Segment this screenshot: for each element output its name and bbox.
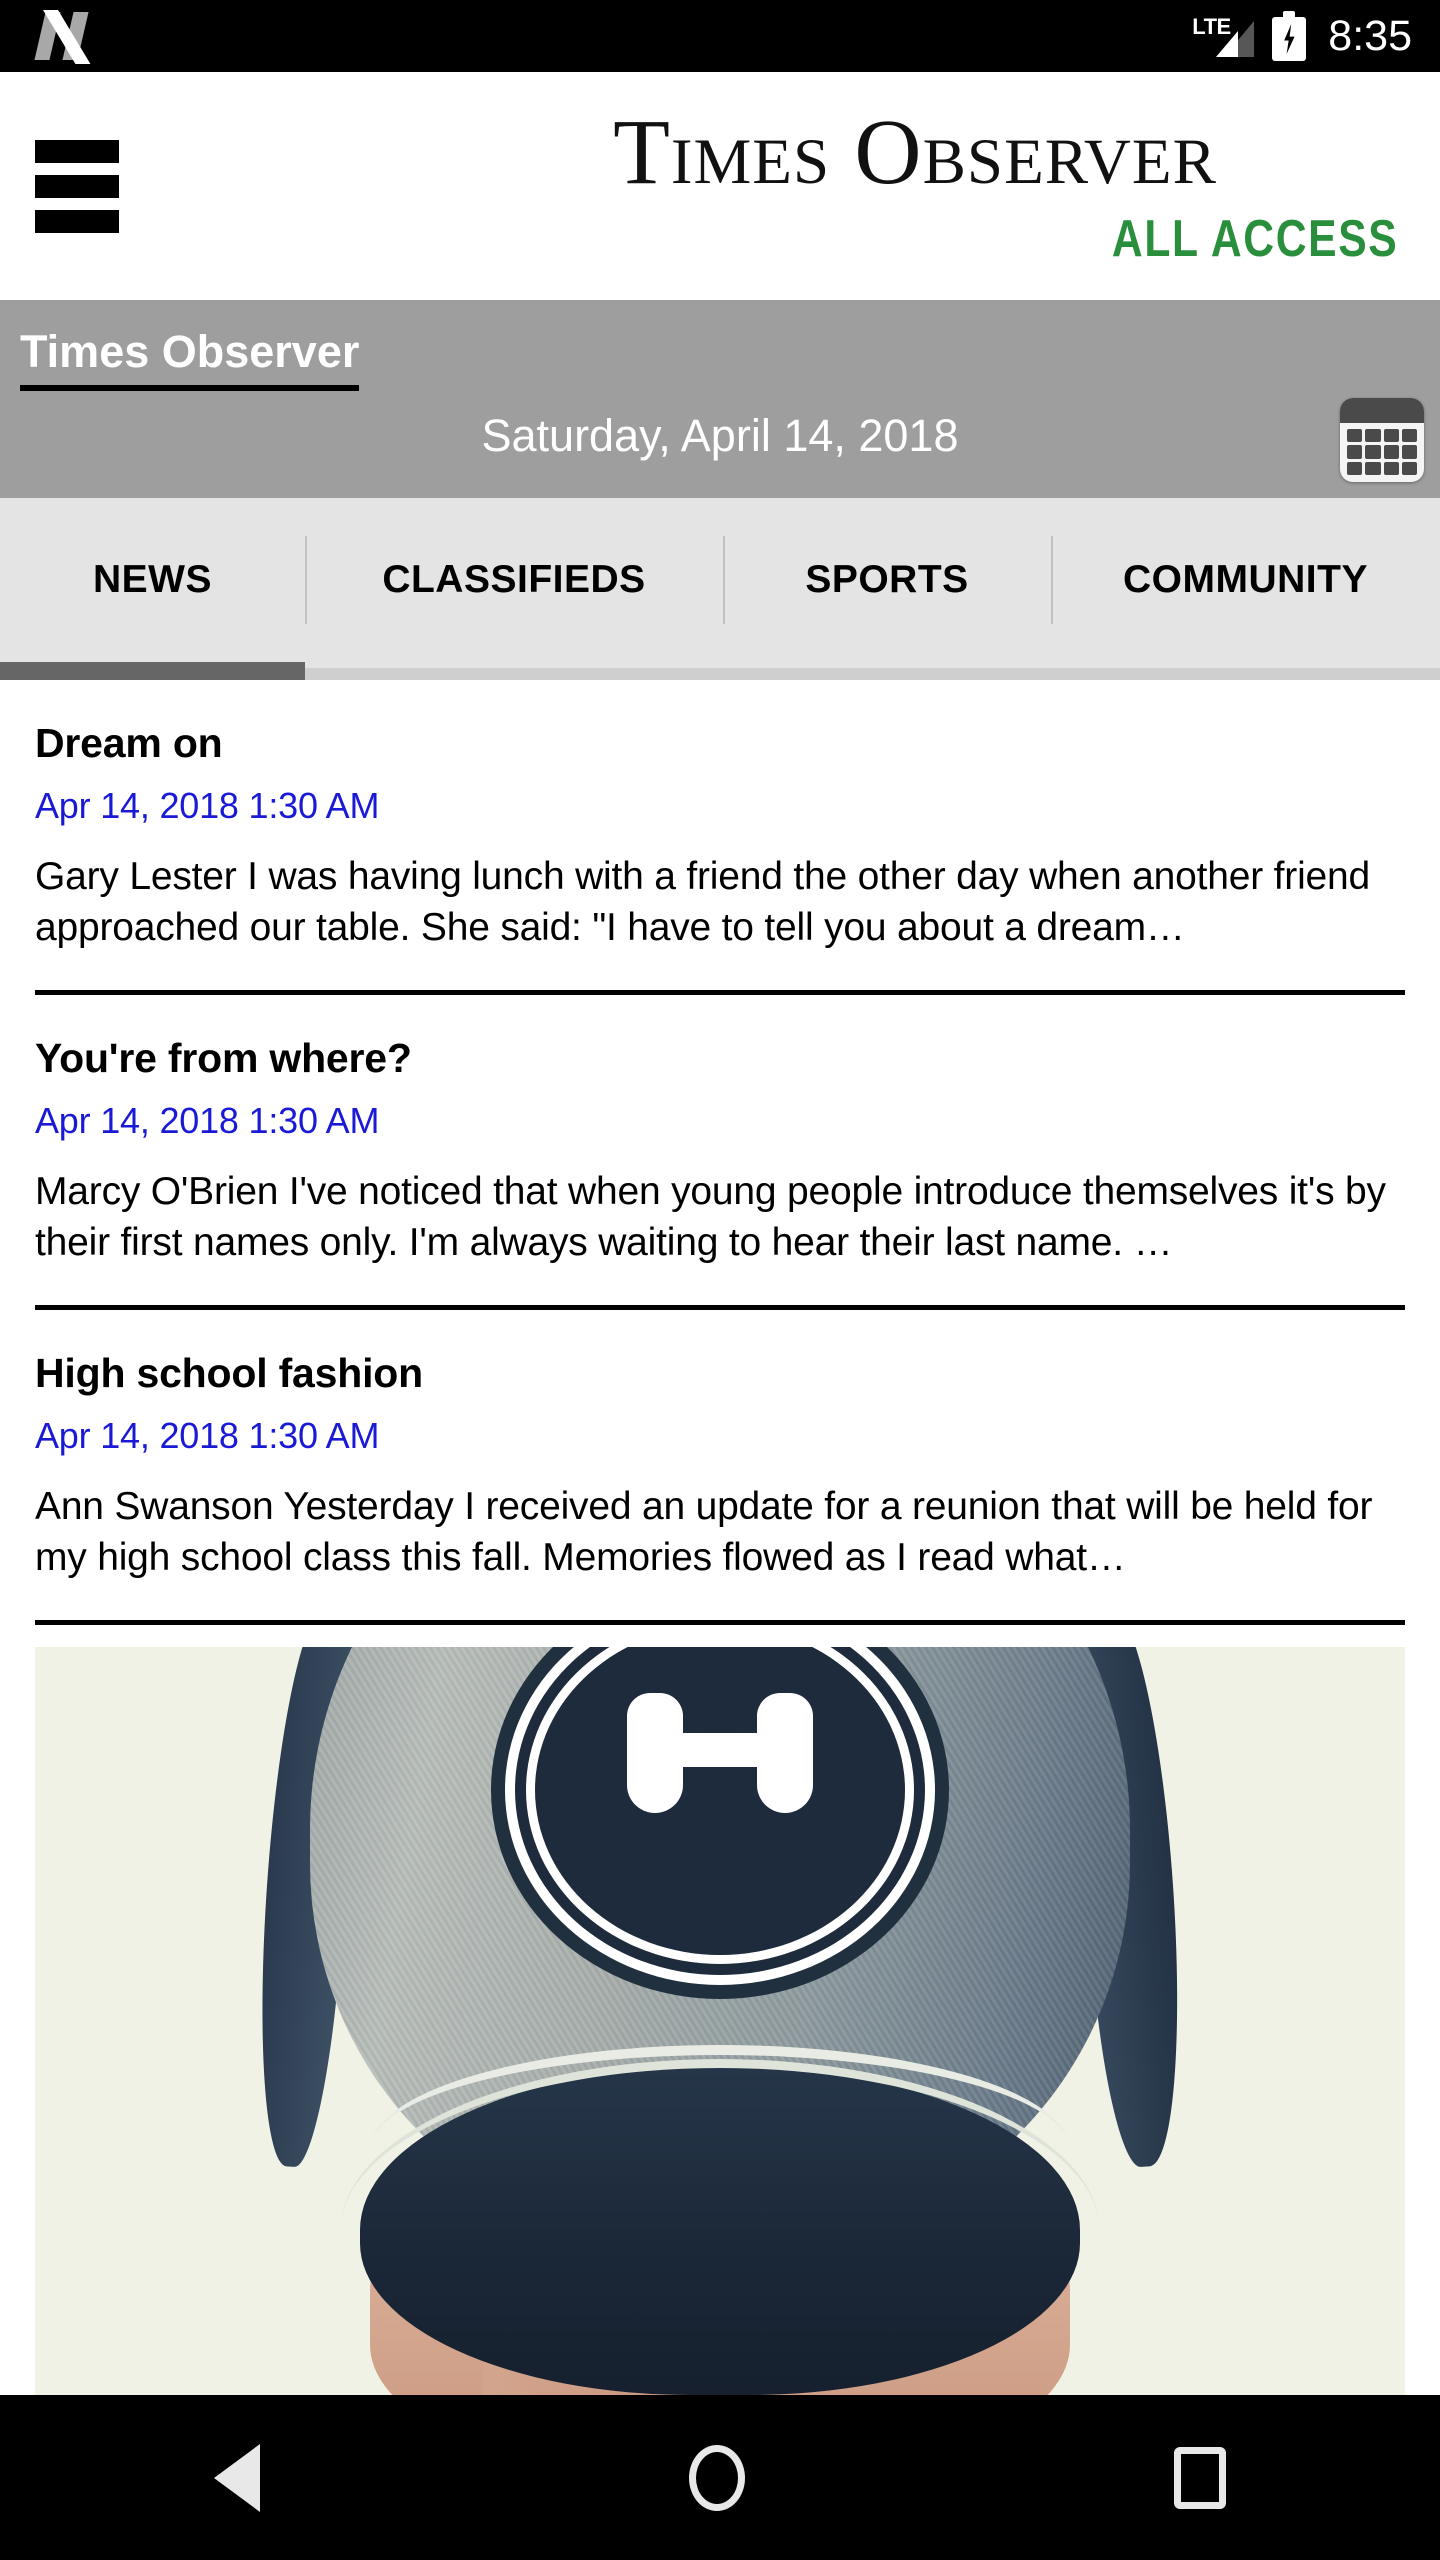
status-bar: LTE 8:35 <box>0 0 1440 72</box>
home-circle-icon[interactable] <box>688 2444 745 2511</box>
tab-sports-label: SPORTS <box>805 558 969 601</box>
tab-classifieds-label: CLASSIFIEDS <box>382 558 646 601</box>
tab-community[interactable]: COMMUNITY <box>1051 498 1440 662</box>
android-nav-bar <box>0 2395 1440 2560</box>
list-item[interactable]: High school fashion Apr 14, 2018 1:30 AM… <box>0 1310 1440 1625</box>
back-triangle-icon[interactable] <box>214 2443 261 2512</box>
tab-community-label: COMMUNITY <box>1123 558 1368 601</box>
article-title: Dream on <box>35 720 223 766</box>
article-title: You're from where? <box>35 1034 412 1081</box>
section-bar: Times Observer Saturday, April 14, 2018 <box>0 300 1440 498</box>
hamburger-menu-icon[interactable] <box>35 140 119 233</box>
tab-scroll-track[interactable] <box>305 668 1440 680</box>
article-date: Apr 14, 2018 1:30 AM <box>35 1414 380 1456</box>
cap-brim <box>360 2064 1080 2395</box>
calendar-icon[interactable] <box>1340 398 1424 482</box>
list-divider <box>35 1619 1405 1625</box>
article-date: Apr 14, 2018 1:30 AM <box>35 1099 380 1141</box>
tab-bar: NEWS CLASSIFIEDS SPORTS COMMUNITY <box>0 498 1440 680</box>
masthead-title: Times Observer <box>613 101 1217 204</box>
under-armour-logo-icon <box>627 1688 813 1817</box>
tab-news[interactable]: NEWS <box>0 498 305 662</box>
list-item[interactable]: You're from where? Apr 14, 2018 1:30 AM … <box>0 995 1440 1310</box>
article-excerpt: Marcy O'Brien I've noticed that when you… <box>35 1169 1386 1265</box>
recents-square-icon[interactable] <box>1173 2446 1226 2509</box>
article-photo-container[interactable] <box>0 1625 1440 2405</box>
list-item[interactable]: Dream on Apr 14, 2018 1:30 AM Gary Leste… <box>0 680 1440 995</box>
article-excerpt: Ann Swanson Yesterday I received an upda… <box>35 1484 1373 1580</box>
article-title: High school fashion <box>35 1349 423 1396</box>
masthead-logo: Times Observer ALL ACCESS <box>410 84 1420 284</box>
tab-news-label: NEWS <box>93 558 212 601</box>
status-bar-indicators: LTE 8:35 <box>1192 11 1412 61</box>
tab-sports[interactable]: SPORTS <box>723 498 1051 662</box>
masthead-subtitle: ALL ACCESS <box>1111 210 1398 268</box>
battery-charging-icon <box>1272 11 1307 61</box>
status-bar-clock: 8:35 <box>1328 11 1412 60</box>
app-root: LTE 8:35 Times Observer ALL ACCESS Times… <box>0 0 1440 2560</box>
article-list: Dream on Apr 14, 2018 1:30 AM Gary Leste… <box>0 680 1440 2405</box>
nextdoor-n-logo-icon <box>34 10 91 64</box>
lte-signal-icon: LTE <box>1192 12 1255 60</box>
section-date: Saturday, April 14, 2018 <box>481 410 959 461</box>
section-title[interactable]: Times Observer <box>20 326 360 391</box>
masthead: Times Observer ALL ACCESS <box>0 72 1440 300</box>
article-photo[interactable] <box>35 1646 1405 2405</box>
tab-active-indicator <box>0 662 305 680</box>
article-date: Apr 14, 2018 1:30 AM <box>35 785 380 826</box>
tab-classifieds[interactable]: CLASSIFIEDS <box>305 498 723 662</box>
article-excerpt: Gary Lester I was having lunch with a fr… <box>35 855 1371 950</box>
